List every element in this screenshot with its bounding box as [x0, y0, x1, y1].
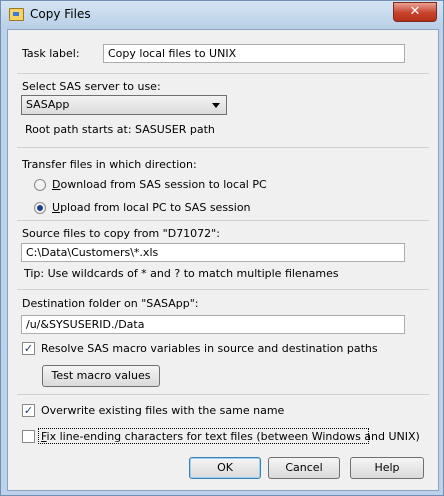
ok-button[interactable]: OK	[189, 457, 261, 479]
task-label-label: Task label:	[22, 47, 80, 60]
divider	[17, 220, 429, 221]
source-label: Source files to copy from "D71072":	[22, 227, 220, 240]
download-radio[interactable]	[34, 179, 46, 191]
help-button[interactable]: Help	[350, 457, 424, 479]
chevron-down-icon	[212, 103, 220, 108]
divider	[17, 73, 429, 74]
fix-line-endings-label[interactable]: Fix line-ending characters for text file…	[41, 430, 420, 443]
upload-radio[interactable]	[34, 202, 46, 214]
overwrite-label[interactable]: Overwrite existing files with the same n…	[41, 404, 284, 417]
destination-label: Destination folder on "SASApp":	[22, 297, 199, 310]
upload-mnemonic: U	[52, 201, 61, 214]
test-macro-values-button[interactable]: Test macro values	[42, 365, 160, 387]
app-icon	[9, 8, 24, 21]
direction-label: Transfer files in which direction:	[22, 158, 197, 171]
server-select[interactable]: SASApp	[21, 95, 227, 115]
fix-line-endings-checkbox[interactable]	[22, 430, 35, 443]
close-button[interactable]: ✕	[393, 2, 437, 22]
resolve-macro-label[interactable]: Resolve SAS macro variables in source an…	[41, 342, 378, 355]
upload-radio-label[interactable]: Upload from local PC to SAS session	[52, 201, 251, 214]
cancel-button[interactable]: Cancel	[268, 457, 340, 479]
destination-folder-input[interactable]: /u/&SYSUSERID./Data	[21, 315, 405, 334]
divider	[17, 289, 429, 290]
upload-label-text: pload from local PC to SAS session	[60, 201, 251, 214]
task-label-input[interactable]: Copy local files to UNIX	[103, 44, 405, 63]
copy-files-dialog: Copy Files ✕ Task label: Copy local file…	[0, 0, 444, 496]
root-path-text: Root path starts at: SASUSER path	[25, 123, 215, 136]
server-select-value: SASApp	[26, 98, 70, 111]
server-label: Select SAS server to use:	[22, 80, 161, 93]
resolve-macro-checkbox[interactable]: ✓	[22, 342, 35, 355]
download-radio-label[interactable]: Download from SAS session to local PC	[52, 178, 267, 191]
title-bar[interactable]: Copy Files ✕	[1, 1, 443, 29]
wildcard-tip: Tip: Use wildcards of * and ? to match m…	[24, 267, 339, 280]
fix-label-text: ix line-ending characters for text files…	[46, 430, 420, 443]
overwrite-checkbox[interactable]: ✓	[22, 404, 35, 417]
download-label-text: ownload from SAS session to local PC	[60, 178, 267, 191]
dialog-body: Task label: Copy local files to UNIX Sel…	[7, 29, 439, 491]
divider	[17, 147, 429, 148]
source-files-input[interactable]: C:\Data\Customers\*.xls	[21, 243, 405, 262]
divider	[17, 394, 429, 395]
window-title: Copy Files	[30, 7, 91, 21]
